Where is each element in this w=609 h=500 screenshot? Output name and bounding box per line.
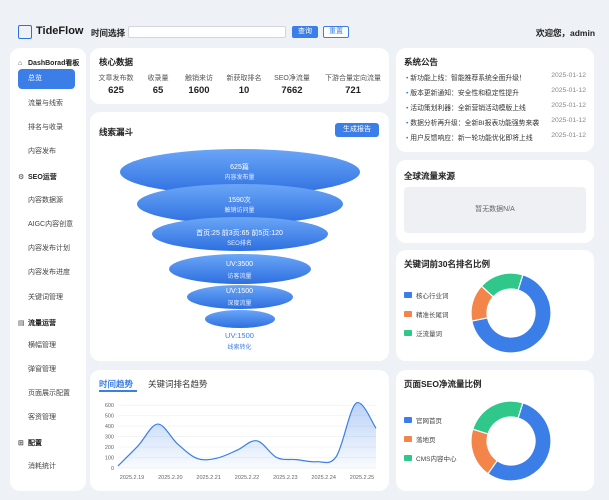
pie-slice [472, 400, 524, 435]
date-range-input[interactable] [128, 26, 286, 38]
sidebar-item-consumption[interactable]: 消耗统计 [18, 457, 75, 477]
active-tab-indicator [99, 390, 137, 392]
keyword-donut-chart [470, 272, 552, 354]
y-tick-label: 0 [111, 466, 114, 472]
welcome-text: 欢迎您，admin [536, 28, 596, 38]
sidebar-item-popup[interactable]: 弹窗管理 [18, 360, 75, 380]
query-button[interactable]: 查询 [292, 26, 318, 38]
sidebar-item-page-display[interactable]: 页面展示配置 [18, 384, 75, 404]
sidebar-item-overview[interactable]: 总览 [18, 69, 75, 89]
sidebar-item-banner[interactable]: 横幅管理 [18, 336, 75, 356]
announcement-date: 2025-01-12 [551, 117, 586, 124]
grid-icon: ⊞ [18, 439, 24, 447]
funnel-layer-6 [205, 310, 275, 328]
y-tick-label: 600 [105, 403, 114, 409]
stat-value: 7662 [281, 85, 303, 96]
home-icon: ⌂ [18, 59, 23, 67]
funnel-value: UV:3500 [226, 261, 253, 268]
global-traffic-card: 全球流量来源 暂无数据N/A [396, 160, 594, 243]
announcements-title: 系统公告 [404, 57, 439, 67]
y-tick-label: 100 [105, 456, 114, 462]
y-tick-label: 400 [105, 424, 114, 430]
sidebar-item-publish-plan[interactable]: 内容发布计划 [18, 239, 75, 259]
y-tick-label: 300 [105, 435, 114, 441]
sidebar-item-keywords[interactable]: 关键词管理 [18, 288, 75, 308]
funnel-label: 线索转化 [227, 345, 252, 351]
seo-pie-title: 页面SEO净流量比例 [404, 379, 482, 389]
x-tick-label: 2025.2.23 [273, 475, 297, 481]
tab-keyword-trend[interactable]: 关键词排名趋势 [148, 378, 208, 390]
core-data-title: 核心数据 [99, 57, 134, 67]
seo-pie-card: 页面SEO净流量比例 官网首页 落地页 CMS内容中心 [396, 370, 594, 491]
sidebar-item-customers[interactable]: 客资管理 [18, 408, 75, 428]
sidebar-item-traffic-leads[interactable]: 流量与线索 [18, 94, 75, 114]
funnel-label: 深度流量 [227, 301, 252, 307]
funnel-value: 首页:25 前3页:65 前5页:120 [196, 230, 283, 237]
x-tick-label: 2025.2.21 [196, 475, 220, 481]
sidebar-group-dashboard[interactable]: ⌂ DashBorad看板 [18, 58, 79, 68]
announcement-date: 2025-01-12 [551, 87, 586, 94]
stat-value: 721 [345, 85, 361, 96]
funnel-value: UV:1500 [226, 288, 253, 295]
sidebar-group-traffic[interactable]: ▤ 流量运营 [18, 318, 56, 328]
legend-item: 落地页 [404, 434, 436, 444]
announcement-date: 2025-01-12 [551, 132, 586, 139]
x-tick-label: 2025.2.19 [120, 475, 144, 481]
calendar-icon: ▤ [18, 319, 25, 327]
tab-time-trend[interactable]: 时间趋势 [99, 378, 133, 390]
x-tick-label: 2025.2.22 [235, 475, 259, 481]
funnel-value: 1590次 [228, 197, 251, 204]
sidebar-item-ranking[interactable]: 排名与收录 [18, 118, 75, 138]
trend-card: 时间趋势 关键词排名趋势 0 100 200 300 400 500 600 2025.2.1… [90, 370, 389, 491]
x-tick-label: 2025.2.20 [158, 475, 182, 481]
global-traffic-title: 全球流量来源 [404, 171, 456, 181]
sidebar-item-content-source[interactable]: 内容数据源 [18, 191, 75, 211]
reset-button[interactable]: 重置 [323, 26, 349, 38]
seo-donut-chart [470, 400, 552, 482]
funnel-label: SEO排名 [227, 241, 252, 247]
funnel-label: 访客流量 [227, 274, 252, 280]
pie-slice [470, 428, 499, 475]
announcement-date: 2025-01-12 [551, 102, 586, 109]
stat-label: SEO净流量 [274, 75, 310, 82]
sidebar-item-content-publish[interactable]: 内容发布 [18, 142, 75, 162]
legend-item: 核心行业词 [404, 290, 449, 300]
sidebar: ⌂ DashBorad看板 总览 流量与线索 排名与收录 内容发布 ⚙ SEO运营 … [10, 48, 86, 491]
legend-item: 精准长尾词 [404, 309, 449, 319]
y-tick-label: 500 [105, 414, 114, 420]
x-tick-label: 2025.2.24 [311, 475, 335, 481]
keyword-pie-card: 关键词前30名排名比例 核心行业词 精准长尾词 泛流量词 [396, 250, 594, 361]
sidebar-item-aigc[interactable]: AIGC内容创意 [18, 215, 75, 235]
funnel-value: UV:1500 [225, 331, 254, 340]
announcement-date: 2025-01-12 [551, 72, 586, 79]
y-tick-label: 200 [105, 445, 114, 451]
legend-item: 官网首页 [404, 415, 442, 425]
gear-icon: ⚙ [18, 173, 25, 181]
empty-state: 暂无数据N/A [404, 187, 586, 233]
sidebar-group-seo[interactable]: ⚙ SEO运营 [18, 172, 57, 182]
funnel-label: 触销访问量 [224, 208, 255, 214]
logo-icon [18, 25, 32, 39]
core-data-card: 核心数据 文章发布数 625 收录量 65 触销来访 1600 新获取排名 10… [90, 48, 389, 104]
sidebar-item-publish-progress[interactable]: 内容发布进度 [18, 263, 75, 283]
funnel-label: 内容发布量 [224, 175, 255, 181]
funnel-card: 线索漏斗 生成报告 625篇 内容发布量 1590次 触销访问量 首页:25 前… [90, 112, 389, 361]
stat-label: 下游合量定向流量 [325, 75, 381, 82]
announcements-card: 系统公告 • 新功能上线：智能推荐系统全面升级！ 2025-01-12 • 版本… [396, 48, 594, 152]
x-tick-label: 2025.2.25 [350, 475, 374, 481]
sidebar-group-config[interactable]: ⊞ 配置 [18, 438, 42, 448]
trend-line-chart: 0 100 200 300 400 500 600 2025.2.19 2025.2.20 202… [105, 402, 377, 481]
legend-item: CMS内容中心 [404, 453, 456, 463]
legend-item: 泛流量词 [404, 328, 442, 338]
brand-name: TideFlow [36, 25, 84, 37]
time-select-label: 时间选择 [91, 28, 126, 38]
funnel-value: 625篇 [230, 164, 249, 171]
trend-area [118, 402, 376, 468]
